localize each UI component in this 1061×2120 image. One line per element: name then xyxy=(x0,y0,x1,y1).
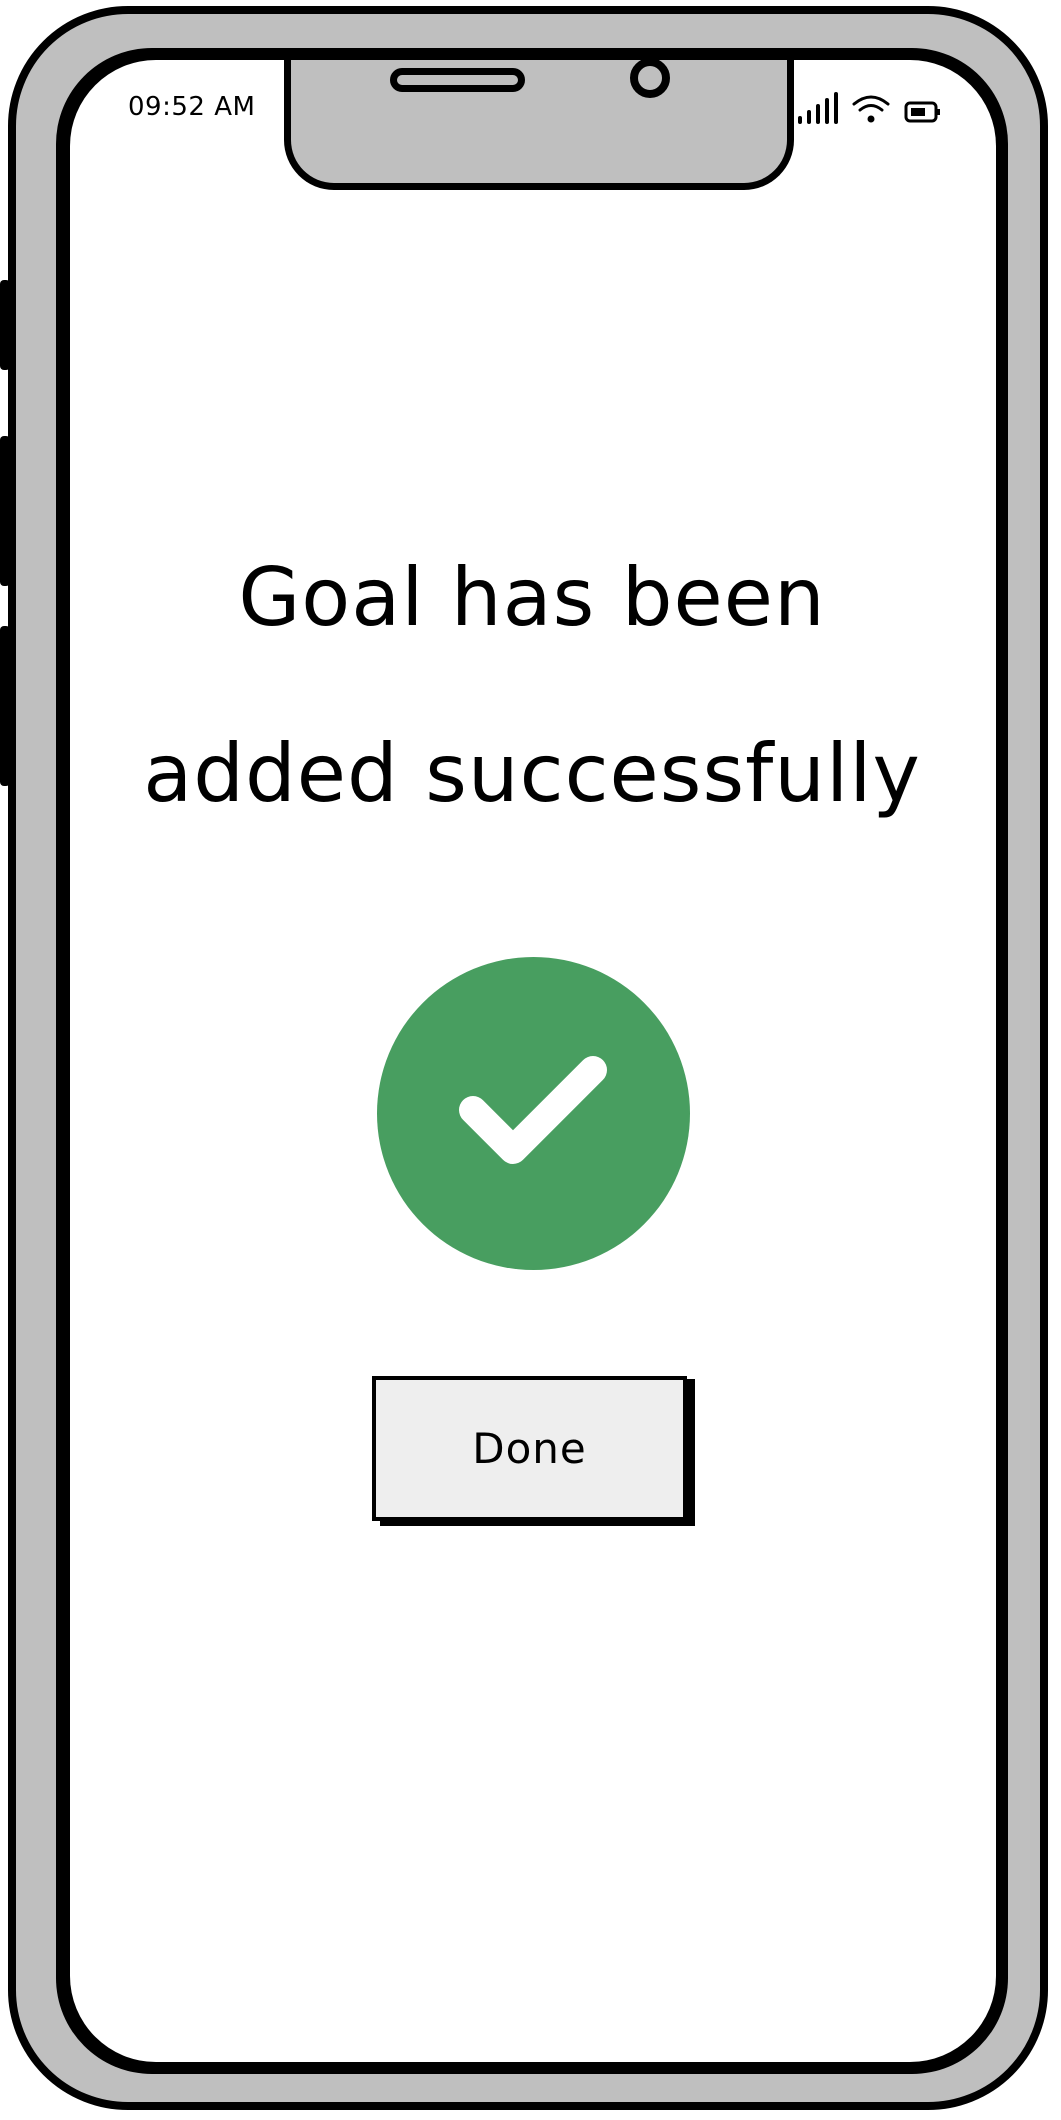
done-button[interactable]: Done xyxy=(372,1376,687,1521)
confirmation-message: Goal has been added successfully xyxy=(90,510,974,862)
checkmark-icon xyxy=(459,1056,607,1164)
signal-icon xyxy=(798,92,838,124)
notch xyxy=(284,60,794,190)
wifi-icon xyxy=(852,95,890,123)
side-button-volume-up xyxy=(0,436,10,586)
success-badge xyxy=(377,957,690,1270)
side-button-silent xyxy=(0,280,10,370)
speaker-grille xyxy=(390,68,525,92)
status-icons xyxy=(798,88,942,124)
battery-icon xyxy=(904,101,940,123)
status-time: 09:52 AM xyxy=(128,92,256,122)
side-button-volume-down xyxy=(0,626,10,786)
done-button-label: Done xyxy=(472,1424,587,1473)
headline-line-2: added successfully xyxy=(143,727,921,820)
headline-line-1: Goal has been xyxy=(238,551,826,644)
